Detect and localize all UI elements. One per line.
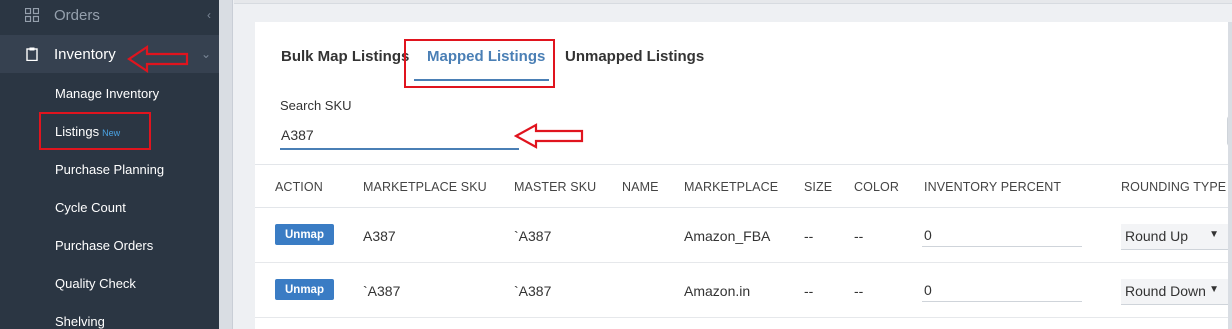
nav-orders[interactable]: Orders ‹ bbox=[0, 0, 219, 34]
chevron-left-icon: ‹ bbox=[207, 8, 211, 22]
annotation-arrow-left-icon bbox=[127, 44, 189, 74]
cell-size: -- bbox=[804, 283, 814, 299]
col-action: ACTION bbox=[275, 180, 323, 194]
sidebar-item-label: Purchase Planning bbox=[55, 162, 165, 177]
search-sku-input[interactable] bbox=[280, 122, 519, 150]
search-sku-label: Search SKU bbox=[280, 98, 352, 113]
inventory-percent-input[interactable] bbox=[922, 278, 1082, 302]
cell-size: -- bbox=[804, 228, 814, 244]
col-size: SIZE bbox=[804, 180, 833, 194]
sidebar-item-manage-inventory[interactable]: Manage Inventory bbox=[55, 86, 159, 101]
col-marketplace: MARKETPLACE bbox=[684, 180, 779, 194]
cell-master-sku: `A387 bbox=[514, 283, 552, 299]
listings-card: Bulk Map Listings Mapped Listings Unmapp… bbox=[255, 22, 1232, 329]
tab-bar: Bulk Map Listings Mapped Listings Unmapp… bbox=[255, 22, 1232, 90]
cell-marketplace: Amazon.in bbox=[684, 283, 751, 299]
sidebar-item-label: Quality Check bbox=[55, 276, 136, 291]
rounding-type-value: Round Up bbox=[1125, 228, 1189, 244]
col-inventory-percent: INVENTORY PERCENT bbox=[924, 180, 1062, 194]
cell-master-sku: `A387 bbox=[514, 228, 552, 244]
inventory-percent-input[interactable] bbox=[922, 223, 1082, 247]
rounding-type-select[interactable]: Round Up ▼ bbox=[1121, 224, 1231, 250]
cell-marketplace-sku: A387 bbox=[363, 228, 396, 244]
cell-marketplace-sku: `A387 bbox=[363, 283, 401, 299]
col-master-sku: MASTER SKU bbox=[514, 180, 597, 194]
clipboard-icon bbox=[26, 47, 38, 61]
col-color: COLOR bbox=[854, 180, 899, 194]
scrollbar[interactable] bbox=[1228, 22, 1232, 329]
col-name: NAME bbox=[622, 180, 659, 194]
table-row: Unmap `A387 `A387 Amazon.in -- -- Round … bbox=[255, 263, 1232, 318]
annotation-arrow-left-icon bbox=[514, 123, 584, 149]
table-header: ACTION MARKETPLACE SKU MASTER SKU NAME M… bbox=[255, 164, 1232, 208]
grid-icon bbox=[25, 8, 39, 22]
cell-color: -- bbox=[854, 228, 864, 244]
annotation-box-mapped-tab bbox=[404, 39, 555, 88]
sidebar-divider bbox=[219, 0, 233, 329]
sidebar-item-shelving[interactable]: Shelving bbox=[55, 314, 105, 329]
table-row: Unmap A387 `A387 Amazon_FBA -- -- Round … bbox=[255, 208, 1232, 263]
sidebar-item-label: Purchase Orders bbox=[55, 238, 154, 253]
chevron-down-icon: ⌄ bbox=[200, 47, 211, 61]
sidebar-item-label: Cycle Count bbox=[55, 200, 126, 215]
rounding-type-value: Round Down bbox=[1125, 283, 1206, 299]
top-strip bbox=[234, 0, 1232, 4]
dropdown-arrow-icon: ▼ bbox=[1209, 229, 1219, 240]
sidebar-item-quality-check[interactable]: Quality Check bbox=[55, 276, 136, 291]
sidebar-item-label: Shelving bbox=[55, 314, 105, 329]
rounding-type-select[interactable]: Round Down ▼ bbox=[1121, 279, 1231, 305]
cell-marketplace: Amazon_FBA bbox=[684, 228, 771, 244]
dropdown-arrow-icon: ▼ bbox=[1209, 284, 1219, 295]
sidebar-item-purchase-planning[interactable]: Purchase Planning bbox=[55, 162, 164, 177]
sidebar-item-purchase-orders[interactable]: Purchase Orders bbox=[55, 238, 153, 253]
unmap-button[interactable]: Unmap bbox=[275, 279, 334, 300]
annotation-box-listings bbox=[39, 112, 151, 150]
tab-bulk-map-listings[interactable]: Bulk Map Listings bbox=[281, 48, 409, 65]
col-rounding-type: ROUNDING TYPE bbox=[1121, 180, 1227, 194]
sidebar-item-label: Manage Inventory bbox=[55, 86, 160, 101]
tab-unmapped-listings[interactable]: Unmapped Listings bbox=[565, 48, 704, 65]
col-marketplace-sku: MARKETPLACE SKU bbox=[363, 180, 487, 194]
nav-orders-label: Orders bbox=[54, 6, 100, 24]
sidebar-item-cycle-count[interactable]: Cycle Count bbox=[55, 200, 126, 215]
cell-color: -- bbox=[854, 283, 864, 299]
nav-inventory-label: Inventory bbox=[54, 45, 116, 63]
unmap-button[interactable]: Unmap bbox=[275, 224, 334, 245]
